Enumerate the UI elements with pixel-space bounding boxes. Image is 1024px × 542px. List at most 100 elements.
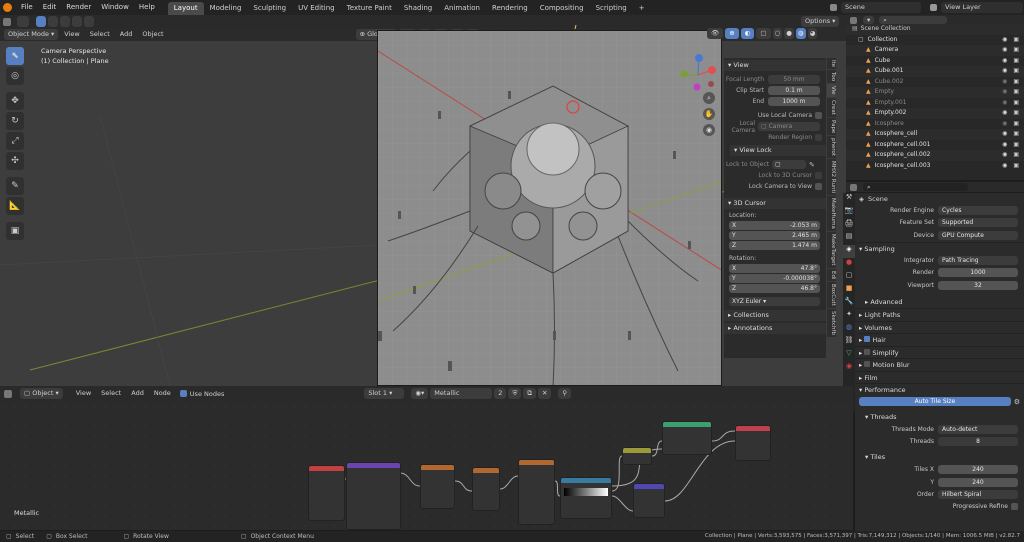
auto-tile-settings-icon[interactable]: ⚙: [1014, 398, 1020, 406]
tool-props-icon[interactable]: ⚒: [843, 193, 855, 206]
physics-props-icon[interactable]: ◍: [843, 323, 855, 336]
lock-object-field[interactable]: ▢: [772, 160, 806, 169]
tab-mhx2[interactable]: MHX2 Runti: [827, 159, 836, 196]
node-editor-canvas[interactable]: Metallic: [0, 401, 853, 530]
tab-sketchfab[interactable]: Sketchfb: [827, 309, 836, 337]
output-props-icon[interactable]: 🖨: [843, 219, 855, 232]
visibility-eye-icon[interactable]: ◉: [1002, 66, 1007, 77]
outliner-row[interactable]: ▲ Icosphere_cell.003 ◉ ▣: [846, 160, 1024, 172]
node-menu-select[interactable]: Select: [97, 388, 125, 399]
lock-camera-view-checkbox[interactable]: [815, 183, 822, 190]
visibility-eye-icon[interactable]: ◉: [1002, 140, 1007, 151]
tab-scripting[interactable]: Scripting: [590, 2, 633, 15]
outliner-row[interactable]: ▲ Empty.001 ◉ ▣: [846, 97, 1024, 109]
overlay-toggle-icon[interactable]: ◐: [740, 28, 755, 39]
scene-selector[interactable]: Scene: [841, 2, 921, 13]
visibility-eye-icon[interactable]: ◉: [1002, 35, 1007, 46]
outliner-row[interactable]: ▢ Collection ◉ ▣: [846, 34, 1024, 46]
scene-props-icon[interactable]: ◈: [843, 245, 855, 258]
material-users-count[interactable]: 2: [494, 388, 507, 399]
material-name-field[interactable]: Metallic: [430, 388, 493, 399]
tab-pherot[interactable]: pherot: [827, 136, 836, 159]
tiles-section[interactable]: ▾ Tiles: [855, 451, 1024, 464]
node-color-ramp[interactable]: [560, 477, 612, 519]
menu-edit[interactable]: Edit: [38, 0, 62, 15]
camera-frame[interactable]: [377, 30, 722, 386]
render-camera-icon[interactable]: ▣: [1013, 140, 1019, 151]
blender-logo-icon[interactable]: [3, 3, 12, 12]
outliner-row[interactable]: ▲ Icosphere_cell.002 ◉ ▣: [846, 150, 1024, 161]
outliner-row[interactable]: ▲ Icosphere_cell ◉ ▣: [846, 129, 1024, 140]
tab-tool[interactable]: Too: [827, 70, 836, 84]
simplify-checkbox[interactable]: [864, 348, 871, 355]
view-lock-header[interactable]: ▾ View Lock: [730, 145, 826, 156]
cursor-loc-z[interactable]: Z 1.474 m: [729, 241, 820, 250]
render-camera-icon[interactable]: ▣: [1013, 45, 1019, 56]
tab-uv-editing[interactable]: UV Editing: [292, 2, 341, 15]
cursor-panel-header[interactable]: ▾ 3D Cursor: [724, 198, 826, 209]
outliner-row[interactable]: ▲ Icosphere_cell.001 ◉ ▣: [846, 139, 1024, 151]
clip-start-field[interactable]: 0.1 m: [768, 86, 820, 95]
cursor-loc-y[interactable]: Y 2.465 m: [729, 231, 820, 240]
visibility-eye-icon[interactable]: ◉: [1002, 56, 1007, 67]
volumes-section[interactable]: ▸ Volumes: [855, 320, 1024, 334]
material-props-icon[interactable]: ◉: [843, 362, 855, 375]
tiles-x-field[interactable]: 240: [938, 465, 1018, 475]
properties-editor-icon[interactable]: [850, 183, 857, 191]
fake-user-icon[interactable]: ⛨: [508, 388, 522, 399]
local-camera-field[interactable]: ▢ Camera: [758, 122, 820, 131]
xray-icon[interactable]: ▢: [756, 28, 771, 39]
pan-hand-icon[interactable]: ✋: [703, 108, 715, 120]
viewport-samples-field[interactable]: 32: [938, 280, 1018, 290]
render-samples-field[interactable]: 1000: [938, 268, 1018, 278]
node-menu-node[interactable]: Node: [150, 388, 175, 399]
tab-boxcutter[interactable]: BoxCutt: [827, 282, 836, 309]
shader-type-dropdown[interactable]: ▢ Object ▾: [20, 388, 63, 399]
cursor-rot-x[interactable]: X 47.8°: [729, 264, 820, 273]
outliner-search[interactable]: ⌕: [879, 16, 948, 24]
hair-section[interactable]: ▸ Hair: [855, 333, 1024, 346]
navigation-gizmo[interactable]: [677, 54, 719, 96]
node-material-output[interactable]: [735, 425, 771, 461]
visibility-eye-icon[interactable]: ◉: [1002, 150, 1007, 161]
shading-solid-icon[interactable]: ●: [784, 28, 794, 39]
menu-file[interactable]: File: [16, 0, 38, 15]
visibility-eye-icon[interactable]: ◉: [1002, 77, 1007, 88]
render-props-icon[interactable]: 📷: [843, 206, 855, 219]
options-button[interactable]: Options ▾: [801, 16, 840, 27]
outliner-filter-icon[interactable]: ▾: [863, 16, 875, 24]
render-camera-icon[interactable]: ▣: [1013, 77, 1019, 88]
slot-dropdown[interactable]: Slot 1 ▾: [364, 388, 405, 399]
render-camera-icon[interactable]: ▣: [1013, 108, 1019, 119]
tab-animation[interactable]: Animation: [438, 2, 486, 15]
render-camera-icon[interactable]: ▣: [1013, 66, 1019, 77]
render-camera-icon[interactable]: ▣: [1013, 56, 1019, 67]
visibility-eye-icon[interactable]: ◉: [1002, 87, 1007, 98]
menu-render[interactable]: Render: [61, 0, 96, 15]
simplify-section[interactable]: ▸ Simplify: [855, 345, 1024, 359]
visibility-eye-icon[interactable]: ◉: [1002, 161, 1007, 172]
node-menu-add[interactable]: Add: [127, 388, 148, 399]
add-workspace-button[interactable]: +: [633, 2, 651, 15]
new-material-icon[interactable]: ⧉: [523, 388, 536, 399]
visibility-eye-icon[interactable]: ◉: [1002, 98, 1007, 109]
tab-view[interactable]: Vie: [827, 84, 836, 97]
pin-icon[interactable]: ⚲: [558, 388, 572, 399]
motion-blur-section[interactable]: ▸ Motion Blur: [855, 358, 1024, 371]
gizmo-toggle-icon[interactable]: ⊕: [725, 28, 739, 39]
outliner-row[interactable]: ▲ Cube.001 ◉ ▣: [846, 66, 1024, 77]
tab-shading[interactable]: Shading: [398, 2, 438, 15]
viewport-3d[interactable]: Object Mode ▾ View Select Add Object ⊕ G…: [0, 15, 846, 386]
menu-window[interactable]: Window: [96, 0, 134, 15]
tab-paper[interactable]: Pape: [827, 117, 836, 136]
particles-props-icon[interactable]: ✦: [843, 310, 855, 323]
sampling-section[interactable]: ▾ Sampling: [855, 241, 1024, 255]
performance-section[interactable]: ▾ Performance: [855, 383, 1024, 396]
unlink-material-icon[interactable]: ✕: [537, 388, 552, 399]
material-browse-icon[interactable]: ◉▾: [411, 388, 429, 399]
light-paths-section[interactable]: ▸ Light Paths: [855, 308, 1024, 321]
tab-layout[interactable]: Layout: [167, 1, 204, 15]
outliner-row[interactable]: ▲ Icosphere ◉ ▣: [846, 118, 1024, 129]
use-local-camera-checkbox[interactable]: [815, 112, 822, 119]
cursor-rot-z[interactable]: Z 46.8°: [729, 284, 820, 293]
